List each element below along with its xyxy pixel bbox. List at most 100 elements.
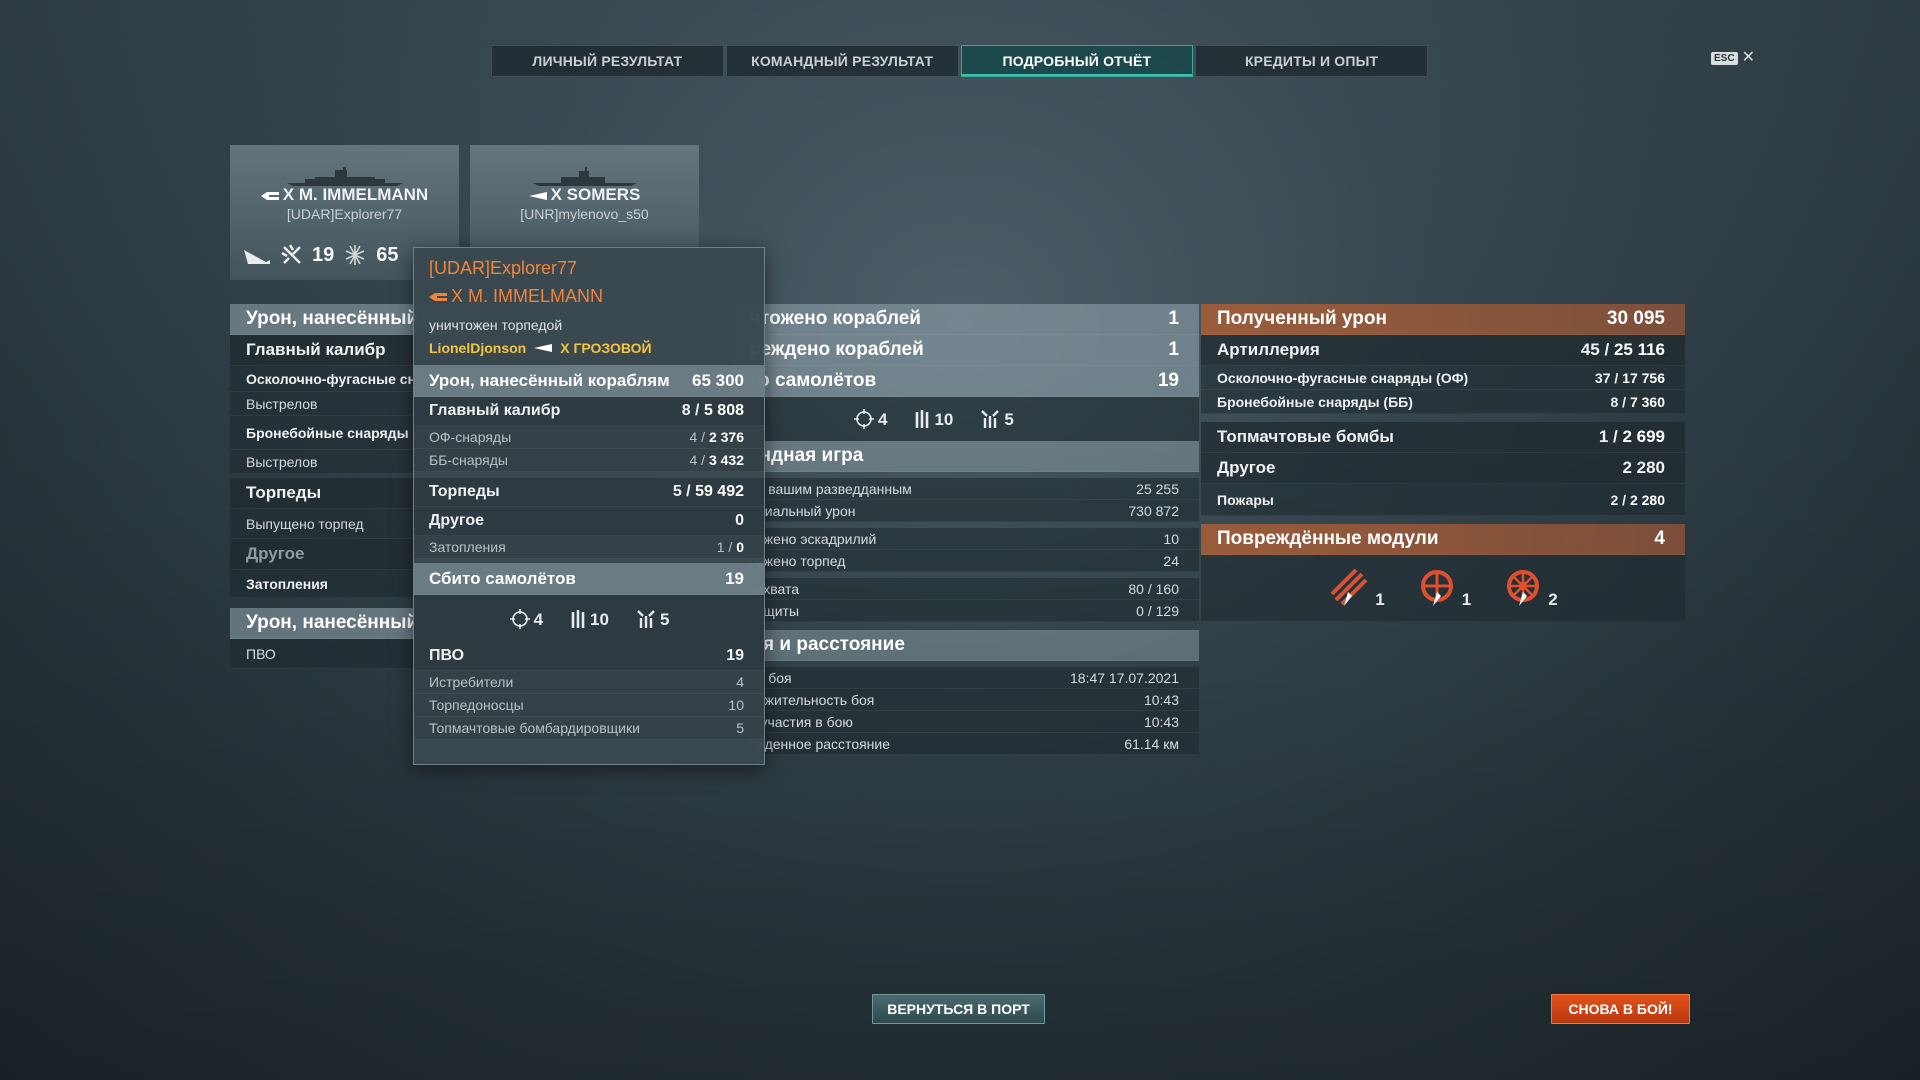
close-button[interactable]: ESC ✕ xyxy=(1711,50,1755,66)
label: Урон, нанесённый xyxy=(246,308,419,329)
hits: 5 xyxy=(672,483,682,500)
damage: 3 432 xyxy=(708,452,744,468)
label: Выпущено торпед xyxy=(246,515,364,532)
value: 1 xyxy=(1168,308,1179,329)
battle-duration-row: олжительность боя 10:43 xyxy=(733,689,1199,711)
hits: 8 xyxy=(1610,393,1619,410)
time-distance-header: мя и расстояние xyxy=(733,630,1199,661)
participation-time-row: я участия в бою 10:43 xyxy=(733,711,1199,733)
hits: 45 xyxy=(1580,340,1600,359)
label: Бронебойные снаряды (Б xyxy=(246,424,428,441)
plane-shot-down-icon xyxy=(281,244,301,264)
tooltip-topmast-bombers-row: Топмачтовые бомбардировщики 5 xyxy=(414,717,764,740)
damaged-engine-icon xyxy=(1420,570,1453,606)
bomb-icon xyxy=(637,609,655,628)
label: Топмачтовые бомбардировщики xyxy=(429,720,640,736)
battle-again-button[interactable]: СНОВА В БОЙ! xyxy=(1551,994,1690,1024)
plane-types-row: 4 10 5 xyxy=(733,397,1199,441)
esc-key-label: ESC xyxy=(1711,51,1738,65)
hits: 4 xyxy=(689,429,698,445)
label: ойденное расстояние xyxy=(749,735,891,752)
crosshair-icon xyxy=(854,409,874,429)
label: Другое xyxy=(246,544,305,563)
battleship-class-icon xyxy=(429,293,447,302)
label: Артиллерия xyxy=(1217,340,1320,359)
tab-personal-result[interactable]: ЛИЧНЫЙ РЕЗУЛЬТАТ xyxy=(491,45,724,77)
value: 10:43 xyxy=(1143,713,1179,730)
value: 30 095 xyxy=(1606,308,1665,329)
hits: 37 xyxy=(1594,369,1611,386)
label: Урон, нанесённый кораблям xyxy=(429,370,670,390)
battle-start-row: по боя 18:47 17.07.2021 xyxy=(733,667,1199,689)
tooltip-player-name: [UDAR]Explorer77 xyxy=(429,258,578,278)
count: 1 xyxy=(716,539,725,555)
value: 4 xyxy=(533,609,544,629)
ship-name: X M. IMMELMANN xyxy=(230,185,459,205)
value: 10 xyxy=(1163,530,1179,547)
tooltip-aa-row: ПВО 19 xyxy=(414,642,764,671)
value: 19 xyxy=(1157,370,1179,391)
value: 1 xyxy=(1168,339,1179,360)
value: 18:47 17.07.2021 xyxy=(1070,669,1179,686)
label: Полученный урон xyxy=(1217,308,1387,329)
tooltip-plane-types-row: 4 10 5 xyxy=(414,595,764,642)
label: Сбито самолётов xyxy=(429,568,576,588)
value: 8 / 5 808 xyxy=(681,402,744,419)
label: Другое xyxy=(1217,458,1276,477)
artillery-row: Артиллерия 45 / 25 116 xyxy=(1201,335,1685,366)
label: Выстрелов xyxy=(246,453,318,470)
tooltip-planes-row: Сбито самолётов 19 xyxy=(414,563,764,595)
tooltip-damage-row: Урон, нанесённый кораблям 65 300 xyxy=(414,365,764,397)
damage: 0 xyxy=(736,539,744,555)
ship-name: X SOMERS xyxy=(470,185,699,205)
label: Повреждённые модули xyxy=(1217,528,1439,549)
tab-credits-xp[interactable]: КРЕДИТЫ И ОПЫТ xyxy=(1195,45,1428,77)
label: олжительность боя xyxy=(749,691,875,708)
damage: 2 280 xyxy=(1629,491,1665,508)
bomber-stat: 5 xyxy=(979,408,1014,430)
damage: 2 376 xyxy=(708,429,744,445)
value: 1 / 0 xyxy=(716,539,744,555)
label: Торпеды xyxy=(429,483,500,500)
label: Главный калибр xyxy=(429,402,561,419)
value: 80 / 160 xyxy=(1128,580,1179,597)
tooltip-he-row: ОФ-снаряды 4 / 2 376 xyxy=(414,426,764,449)
player-tooltip: [UDAR]Explorer77 X M. IMMELMANN уничтоже… xyxy=(413,247,765,765)
sunk-ship-icon xyxy=(244,250,270,264)
torpedo-icon xyxy=(571,609,585,628)
fighter-stat: 4 xyxy=(509,608,543,630)
ap-received-row: Бронебойные снаряды (ББ) 8 / 7 360 xyxy=(1201,390,1685,414)
tab-detailed-report[interactable]: ПОДРОБНЫЙ ОТЧЁТ xyxy=(960,45,1194,77)
ship-name-text: X M. IMMELMANN xyxy=(282,185,429,204)
damaged-ships-row: реждено кораблей 1 xyxy=(733,335,1199,366)
damage-received-panel: Полученный урон 30 095 Артиллерия 45 / 25 … xyxy=(1201,304,1685,621)
value: 730 872 xyxy=(1128,502,1179,519)
tooltip-header: [UDAR]Explorer77 X M. IMMELMANN уничтоже… xyxy=(414,248,764,365)
torpedo-bomber-stat: 10 xyxy=(569,608,609,630)
hits-count: 65 xyxy=(376,243,399,266)
value: 25 255 xyxy=(1136,480,1179,497)
damaged-guns-icon xyxy=(1330,568,1368,606)
torpedo-icon xyxy=(916,410,929,428)
close-icon: ✕ xyxy=(1741,49,1755,66)
he-received-row: Осколочно-фугасные снаряды (ОФ) 37 / 17 7… xyxy=(1201,366,1685,390)
tooltip-fighters-row: Истребители 4 xyxy=(414,671,764,694)
death-reason: уничтожен торпедой xyxy=(429,317,563,333)
ship-silhouette-icon xyxy=(286,167,403,186)
return-to-port-button[interactable]: ВЕРНУТЬСЯ В ПОРТ xyxy=(872,994,1045,1024)
topmast-bombs-row: Топмачтовые бомбы 1 / 2 699 xyxy=(1201,422,1685,453)
ships-planes-panel: чтожено кораблей 1 реждено кораблей 1 то с… xyxy=(733,304,1199,755)
label: мя и расстояние xyxy=(749,634,905,655)
label: то самолётов xyxy=(749,370,877,391)
bomb-icon xyxy=(981,410,1000,428)
tooltip-flooding-row: Затопления 1 / 0 xyxy=(414,536,764,559)
label: Топмачтовые бомбы xyxy=(1217,427,1394,446)
planes-shot-row: то самолётов 19 xyxy=(733,366,1199,397)
killer-name: LionelDjonson xyxy=(429,340,527,356)
tab-team-result[interactable]: КОМАНДНЫЙ РЕЗУЛЬТАТ xyxy=(725,45,959,77)
player-name: [UNR]mylenovo_s50 xyxy=(520,206,649,222)
value: 10 xyxy=(728,697,744,713)
killer-info: LionelDjonson X ГРОЗОВОЙ xyxy=(429,340,749,356)
label: Торпеды xyxy=(246,483,322,502)
destroyer-class-icon xyxy=(534,344,553,352)
